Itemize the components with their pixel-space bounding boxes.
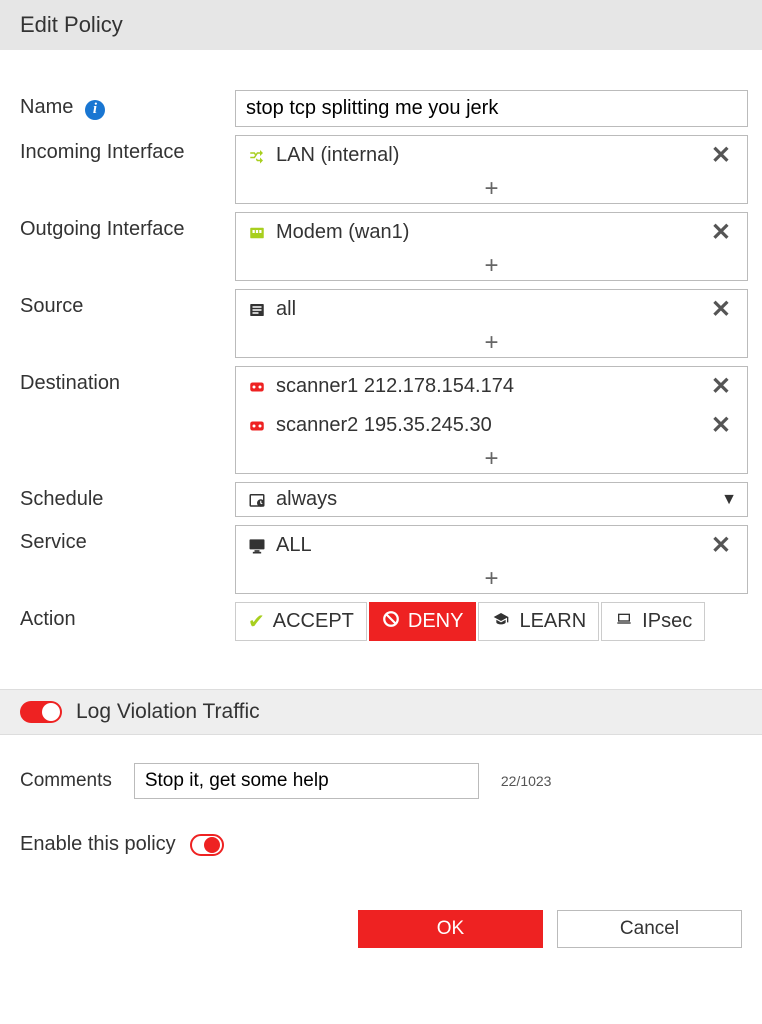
schedule-label: Schedule — [20, 482, 235, 511]
add-incoming-button[interactable]: + — [236, 175, 747, 203]
action-deny-button[interactable]: DENY — [369, 602, 477, 641]
incoming-interface-text: LAN (internal) — [276, 144, 705, 167]
page-title: Edit Policy — [20, 12, 123, 37]
comments-counter: 22/1023 — [501, 773, 552, 789]
incoming-interface-box: LAN (internal) ✕ + — [235, 135, 748, 204]
remove-icon[interactable]: ✕ — [705, 411, 737, 440]
comments-label: Comments — [20, 770, 112, 792]
schedule-select[interactable]: always ▼ — [235, 482, 748, 517]
service-item[interactable]: ALL ✕ — [236, 526, 747, 565]
policy-form: Name i Incoming Interface LAN (internal)… — [0, 50, 762, 659]
outgoing-interface-item[interactable]: Modem (wan1) ✕ — [236, 213, 747, 252]
destination-item[interactable]: scanner2 195.35.245.30 ✕ — [236, 406, 747, 445]
enable-policy-label: Enable this policy — [20, 833, 176, 856]
source-box: all ✕ + — [235, 289, 748, 358]
action-learn-button[interactable]: LEARN — [478, 602, 599, 641]
source-label: Source — [20, 289, 235, 318]
schedule-value: always — [276, 488, 721, 511]
name-input[interactable] — [235, 90, 748, 127]
destination-text: scanner1 212.178.154.174 — [276, 375, 705, 398]
remove-icon[interactable]: ✕ — [705, 372, 737, 401]
action-ipsec-button[interactable]: IPsec — [601, 602, 705, 641]
log-violation-toggle[interactable] — [20, 701, 62, 723]
log-violation-section: Log Violation Traffic — [0, 689, 762, 735]
enable-row: Enable this policy — [0, 809, 762, 896]
shuffle-icon — [246, 146, 268, 166]
log-violation-label: Log Violation Traffic — [76, 700, 260, 724]
add-destination-button[interactable]: + — [236, 445, 747, 473]
add-source-button[interactable]: + — [236, 329, 747, 357]
monitor-icon — [246, 536, 268, 556]
incoming-interface-item[interactable]: LAN (internal) ✕ — [236, 136, 747, 175]
laptop-icon — [614, 610, 634, 633]
destination-label: Destination — [20, 366, 235, 395]
footer: OK Cancel — [0, 896, 762, 972]
add-service-button[interactable]: + — [236, 565, 747, 593]
address-icon — [246, 300, 268, 320]
action-label: Action — [20, 602, 235, 631]
clock-icon — [246, 490, 268, 510]
service-box: ALL ✕ + — [235, 525, 748, 594]
add-outgoing-button[interactable]: + — [236, 252, 747, 280]
source-text: all — [276, 298, 705, 321]
port-icon — [246, 223, 268, 243]
cancel-button[interactable]: Cancel — [557, 910, 742, 948]
graduation-icon — [491, 610, 511, 633]
destination-item[interactable]: scanner1 212.178.154.174 ✕ — [236, 367, 747, 406]
enable-policy-toggle[interactable] — [190, 834, 224, 856]
comments-row: Comments 22/1023 — [0, 735, 762, 809]
info-icon[interactable]: i — [85, 100, 105, 120]
page-header: Edit Policy — [0, 0, 762, 50]
remove-icon[interactable]: ✕ — [705, 141, 737, 170]
action-group: ✔ ACCEPT DENY LEARN IPsec — [235, 602, 748, 641]
check-icon: ✔ — [248, 609, 265, 634]
outgoing-interface-text: Modem (wan1) — [276, 221, 705, 244]
remove-icon[interactable]: ✕ — [705, 218, 737, 247]
comments-input[interactable] — [134, 763, 479, 799]
service-label: Service — [20, 525, 235, 554]
outgoing-interface-label: Outgoing Interface — [20, 212, 235, 241]
device-icon — [246, 416, 268, 436]
destination-box: scanner1 212.178.154.174 ✕ scanner2 195.… — [235, 366, 748, 474]
chevron-down-icon: ▼ — [721, 491, 737, 509]
service-text: ALL — [276, 534, 705, 557]
outgoing-interface-box: Modem (wan1) ✕ + — [235, 212, 748, 281]
device-icon — [246, 377, 268, 397]
remove-icon[interactable]: ✕ — [705, 295, 737, 324]
destination-text: scanner2 195.35.245.30 — [276, 414, 705, 437]
action-accept-button[interactable]: ✔ ACCEPT — [235, 602, 367, 641]
deny-icon — [382, 610, 400, 634]
source-item[interactable]: all ✕ — [236, 290, 747, 329]
name-label: Name i — [20, 90, 235, 120]
remove-icon[interactable]: ✕ — [705, 531, 737, 560]
incoming-interface-label: Incoming Interface — [20, 135, 235, 164]
ok-button[interactable]: OK — [358, 910, 543, 948]
